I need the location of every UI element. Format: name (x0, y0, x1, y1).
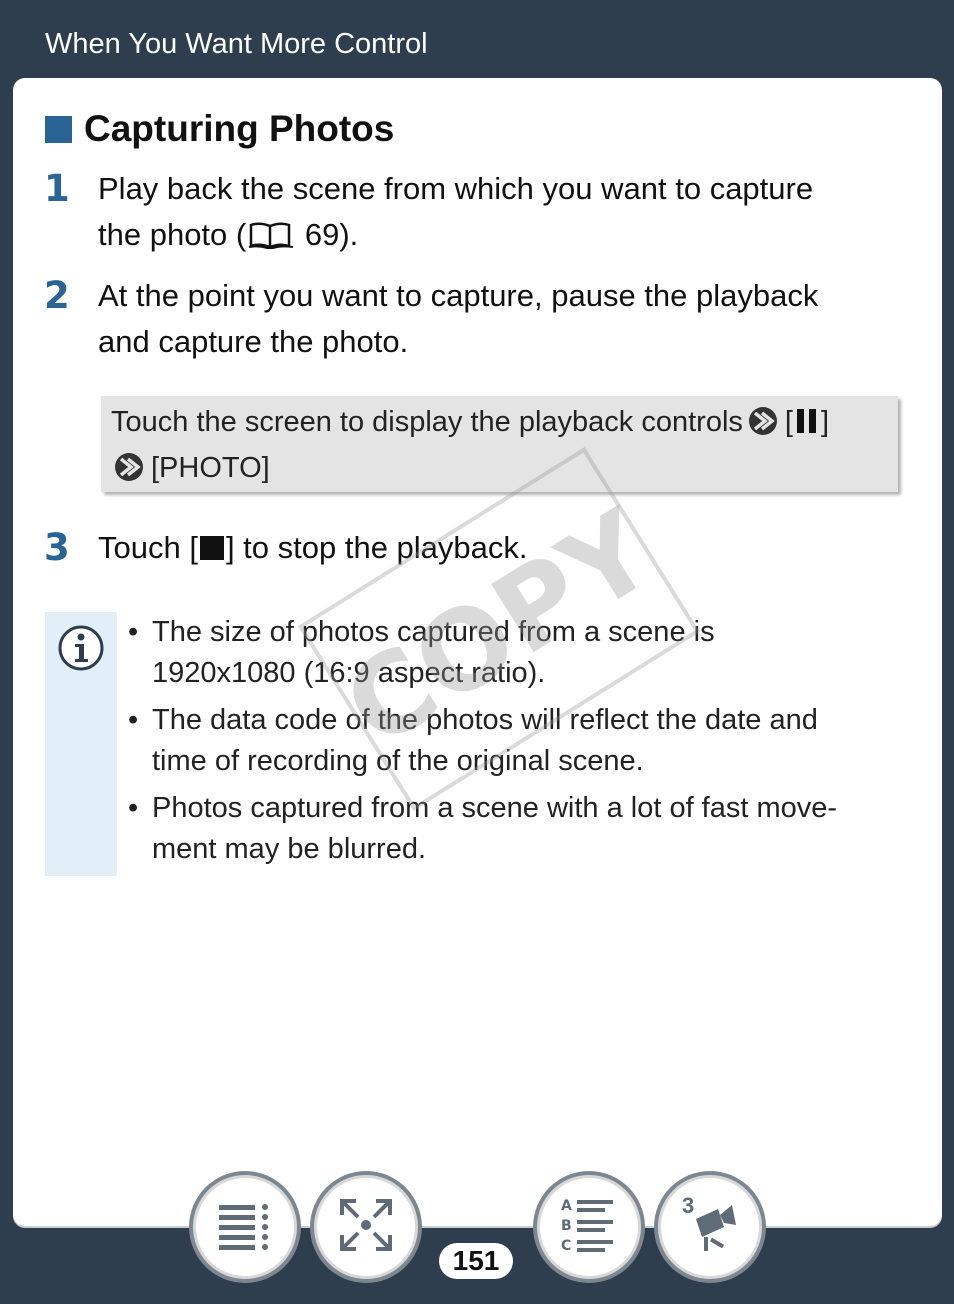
camcorder-icon: 3 (680, 1193, 740, 1257)
instruction-box: Touch the screen to display the playback… (101, 396, 898, 492)
pause-icon (793, 405, 821, 446)
page-ref-link[interactable]: 69). (305, 217, 358, 252)
fit-screen-icon (338, 1197, 394, 1258)
section-square-icon (45, 115, 72, 143)
instruction-line1: Touch the screen to display the playback… (111, 406, 743, 438)
step-text-line1: Play back the scene from which you want … (98, 171, 814, 206)
note-line: ment may be blurred. (152, 833, 427, 865)
scenes-button[interactable]: 3 (658, 1175, 762, 1279)
note-line: The size of photos captured from a scene… (152, 616, 715, 648)
bracket-open: [ (784, 406, 793, 438)
note-line: time of recording of the original scene. (152, 745, 644, 777)
step-text-line2: the photo ( (98, 217, 247, 252)
notes-list: • The size of photos captured from a sce… (128, 612, 898, 876)
bracket-close: ] (820, 406, 830, 438)
step-text: Play back the scene from which you want … (98, 166, 813, 262)
section-title-text: Capturing Photos (84, 108, 395, 149)
note-line: 1920x1080 (16:9 aspect ratio). (152, 657, 546, 689)
step-text-pre: Touch [ (98, 530, 198, 565)
stop-icon (199, 536, 224, 560)
contents-icon (215, 1197, 275, 1258)
section-title: Capturing Photos (45, 108, 394, 150)
info-icon (57, 624, 105, 677)
step-text: Touch [ ] to stop the playback. (98, 525, 528, 571)
note-text: Photos captured from a scene with a lot … (152, 788, 837, 870)
note-text: The size of photos captured from a scene… (152, 612, 715, 694)
index-button[interactable]: ABC (537, 1175, 641, 1279)
contents-button[interactable] (193, 1175, 297, 1279)
index-icon: ABC (559, 1196, 619, 1259)
step-text-line1: At the point you want to capture, pause … (98, 278, 819, 313)
step-text-line2: and capture the photo. (98, 324, 409, 359)
step-text: At the point you want to capture, pause … (98, 273, 818, 365)
note-line: Photos captured from a scene with a lot … (152, 792, 838, 824)
list-item: • The data code of the photos will refle… (128, 700, 898, 782)
list-item: • The size of photos captured from a sce… (128, 612, 898, 694)
svg-text:C: C (561, 1238, 571, 1254)
svg-text:A: A (561, 1198, 572, 1214)
note-line: The data code of the photos will reflect… (152, 704, 818, 736)
fit-screen-button[interactable] (314, 1175, 418, 1279)
scenes-badge: 3 (682, 1193, 695, 1218)
bullet: • (128, 792, 139, 824)
list-item: • Photos captured from a scene with a lo… (128, 788, 898, 870)
book-icon (248, 216, 294, 262)
step-number: 1 (44, 167, 70, 210)
step-1: 1 Play back the scene from which you wan… (44, 166, 904, 262)
arrow-icon (747, 406, 779, 448)
note-text: The data code of the photos will reflect… (152, 700, 818, 782)
svg-text:B: B (561, 1218, 572, 1234)
step-number: 3 (44, 526, 70, 569)
step-2: 2 At the point you want to capture, paus… (44, 273, 904, 365)
page-number: 151 (439, 1243, 513, 1279)
arrow-icon (113, 452, 145, 494)
page-header: When You Want More Control (45, 28, 428, 60)
note-bar (45, 612, 117, 876)
instruction-line2: [PHOTO] (151, 452, 270, 484)
bullet: • (128, 704, 139, 736)
step-number: 2 (44, 274, 70, 317)
step-text-post: ] to stop the playback. (225, 530, 528, 565)
step-3: 3 Touch [ ] to stop the playback. (44, 525, 904, 571)
bullet: • (128, 616, 139, 648)
